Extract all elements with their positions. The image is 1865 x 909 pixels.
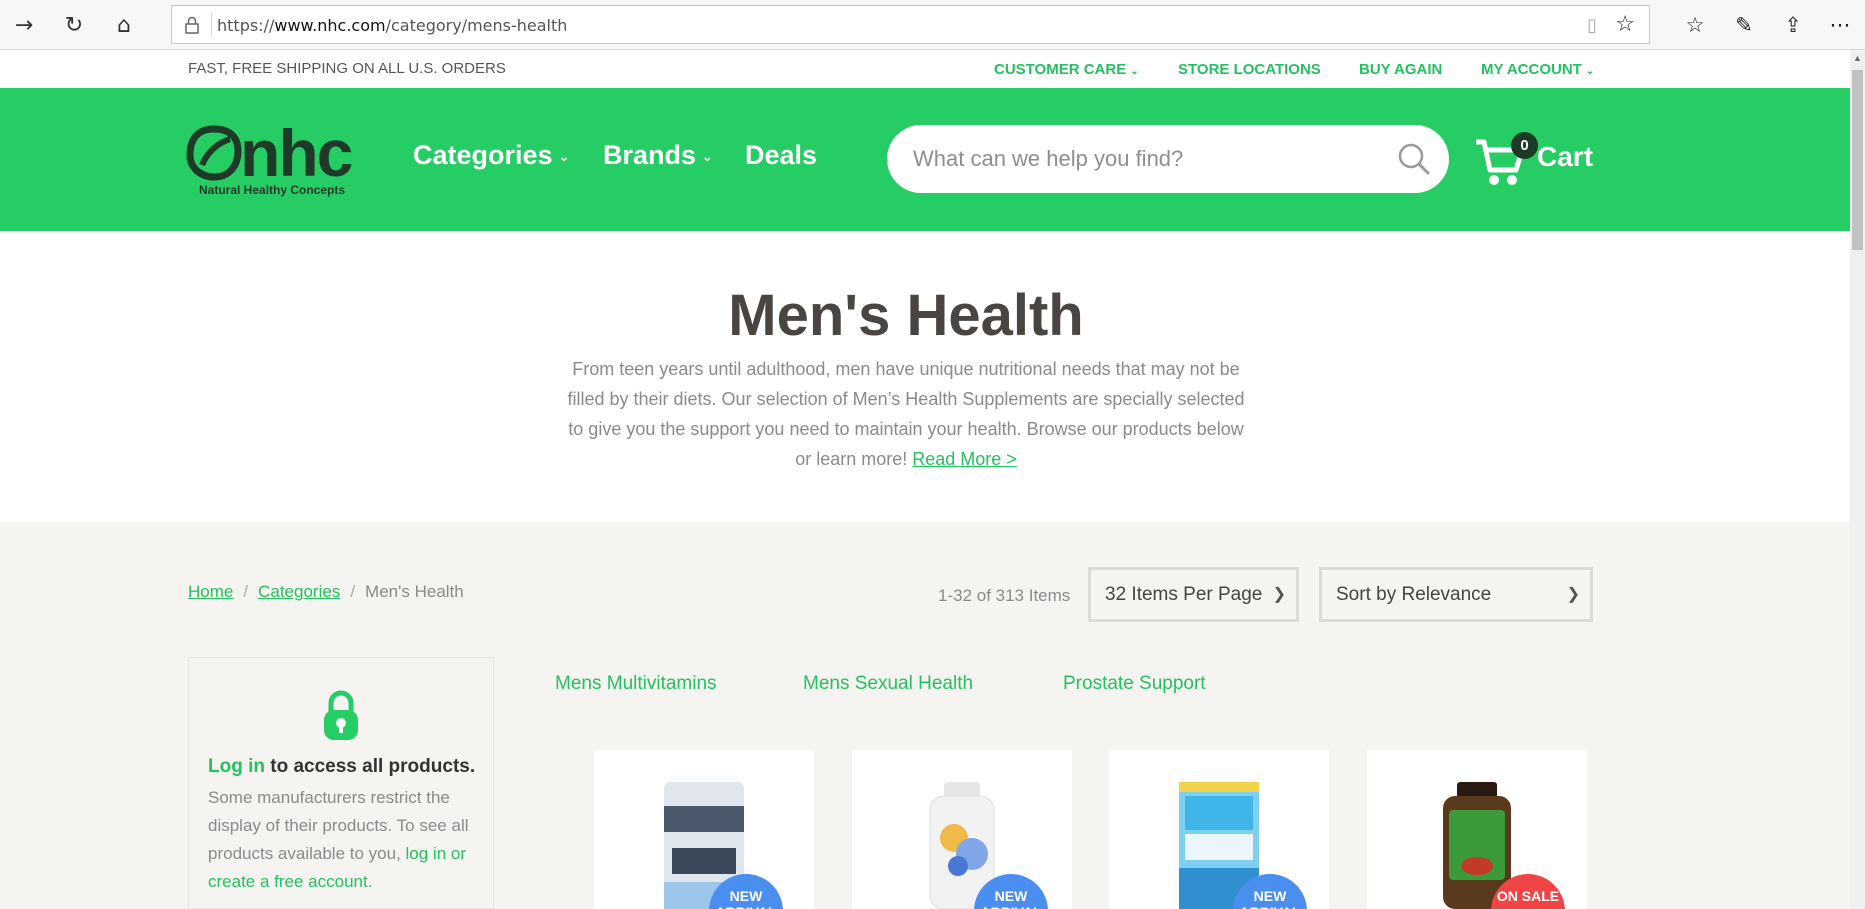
pen-icon[interactable]: ✎ <box>1727 8 1761 42</box>
chevron-down-icon: ⌄ <box>702 148 713 164</box>
items-count: 1-32 of 313 Items <box>938 586 1071 605</box>
product-card[interactable]: ON SALE <box>1367 750 1587 909</box>
home-icon[interactable]: ⌂ <box>107 8 141 42</box>
search-bar <box>887 125 1449 193</box>
browser-toolbar: → ↻ ⌂ https://www.nhc.com/category/mens-… <box>0 0 1865 50</box>
chevron-down-icon: ❯ <box>1566 586 1580 603</box>
padlock-icon <box>324 690 358 740</box>
chevron-down-icon: ⌄ <box>558 148 570 164</box>
sort-select[interactable]: Sort by Relevance ❯ <box>1319 567 1593 622</box>
chevron-down-icon: ❯ <box>1272 586 1286 603</box>
page-title: Men's Health <box>728 283 1084 348</box>
search-input[interactable] <box>913 143 1373 175</box>
page-description: From teen years until adulthood, men hav… <box>567 359 1245 469</box>
breadcrumb-categories[interactable]: Categories <box>258 582 340 601</box>
reading-view-icon[interactable]: ▯ <box>1587 15 1597 36</box>
login-heading: Log in to access all products. <box>208 756 476 777</box>
breadcrumb-current: Men's Health <box>365 582 464 601</box>
shipping-notice: FAST, FREE SHIPPING ON ALL U.S. ORDERS <box>188 60 506 77</box>
search-icon[interactable] <box>1397 142 1431 176</box>
lock-icon <box>185 16 199 34</box>
scroll-up-icon[interactable]: ▲ <box>1852 53 1863 63</box>
logo-tagline: Natural Healthy Concepts <box>199 183 346 197</box>
favorites-icon[interactable]: ☆ <box>1678 8 1712 42</box>
product-card[interactable]: NEW ARRIVAL <box>852 750 1072 909</box>
leaf-logo-icon[interactable] <box>186 125 242 181</box>
login-description: Some manufacturers restrict the display … <box>208 788 469 891</box>
buy-again-link[interactable]: BUY AGAIN <box>1359 61 1442 78</box>
subcategory-mens-sexual-health[interactable]: Mens Sexual Health <box>803 673 973 695</box>
share-icon[interactable]: ⇪ <box>1776 8 1810 42</box>
nav-deals[interactable]: Deals <box>745 140 817 171</box>
store-locations-link[interactable]: STORE LOCATIONS <box>1178 61 1321 78</box>
scroll-thumb[interactable] <box>1852 70 1863 250</box>
refresh-icon[interactable]: ↻ <box>57 8 91 42</box>
cart-link[interactable]: Cart <box>1537 141 1593 173</box>
breadcrumb: Home / Categories / Men's Health <box>188 582 464 601</box>
forward-icon[interactable]: → <box>7 8 41 42</box>
chevron-down-icon: ⌄ <box>1130 66 1139 77</box>
page-scrollbar[interactable]: ▲ <box>1850 50 1865 909</box>
product-card[interactable]: NEW ARRIVAL <box>594 750 814 909</box>
login-link[interactable]: Log in <box>208 756 265 777</box>
product-card[interactable]: NEW ARRIVAL <box>1109 750 1329 909</box>
url-text: https://www.nhc.com/category/mens-health <box>217 16 568 35</box>
favorite-star-icon[interactable]: ☆ <box>1615 12 1635 37</box>
more-icon[interactable]: ⋯ <box>1823 8 1857 42</box>
customer-care-link[interactable]: CUSTOMER CARE ⌄ <box>994 61 1139 78</box>
address-bar[interactable]: https://www.nhc.com/category/mens-health… <box>171 5 1650 44</box>
nav-categories[interactable]: Categories ⌄ <box>413 140 569 171</box>
nav-brands[interactable]: Brands ⌄ <box>603 140 713 171</box>
chevron-down-icon: ⌄ <box>1585 66 1595 77</box>
site-logo[interactable]: nhc <box>240 115 353 191</box>
breadcrumb-home[interactable]: Home <box>188 582 233 601</box>
cart-count-badge: 0 <box>1511 132 1538 159</box>
subcategory-prostate-support[interactable]: Prostate Support <box>1063 673 1206 695</box>
utility-bar: FAST, FREE SHIPPING ON ALL U.S. ORDERS C… <box>0 50 1850 88</box>
my-account-link[interactable]: MY ACCOUNT ⌄ <box>1481 61 1594 78</box>
items-per-page-select[interactable]: 32 Items Per Page ❯ <box>1088 567 1299 622</box>
subcategory-mens-multivitamins[interactable]: Mens Multivitamins <box>555 673 717 695</box>
read-more-link[interactable]: Read More > <box>912 449 1017 469</box>
